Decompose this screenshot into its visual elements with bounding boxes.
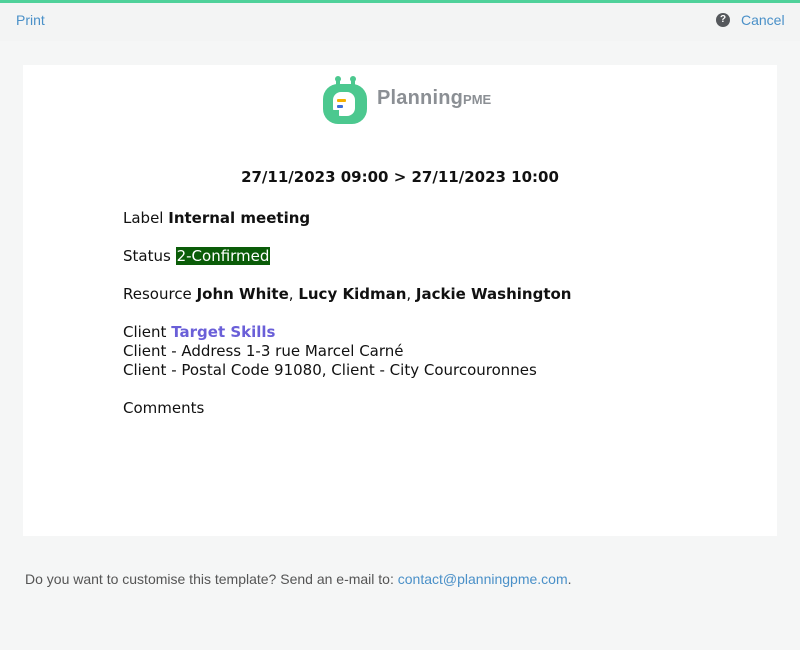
client-row: Client Target Skills — [123, 323, 275, 341]
resource-key: Resource — [123, 285, 192, 303]
logo-brand-suffix: PME — [463, 92, 492, 107]
toolbar: Print ? Cancel — [0, 3, 800, 41]
status-row: Status 2-Confirmed — [123, 247, 271, 265]
client-postal-city: Client - Postal Code 91080, Client - Cit… — [123, 361, 537, 379]
client-link[interactable]: Target Skills — [171, 323, 275, 341]
label-key: Label — [123, 209, 164, 227]
planningpme-logo-icon — [323, 76, 367, 124]
print-button[interactable]: Print — [16, 12, 45, 28]
resource-name: Lucy Kidman — [298, 285, 407, 303]
resource-name: Jackie Washington — [415, 285, 572, 303]
help-icon[interactable]: ? — [716, 13, 730, 27]
footer-end: . — [567, 571, 572, 587]
planningpme-logo: PlanningPME — [321, 74, 521, 126]
resource-row: Resource John White, Lucy Kidman, Jackie… — [123, 285, 571, 303]
logo-text: PlanningPME — [377, 87, 491, 110]
resource-name: John White — [196, 285, 289, 303]
client-address: Client - Address 1-3 rue Marcel Carné — [123, 342, 404, 360]
contact-email-link[interactable]: contact@planningpme.com — [398, 571, 568, 587]
footer-note: Do you want to customise this template? … — [25, 571, 572, 587]
print-preview-card: PlanningPME 27/11/2023 09:00 > 27/11/202… — [23, 65, 777, 536]
label-row: Label Internal meeting — [123, 209, 310, 227]
status-key: Status — [123, 247, 171, 265]
footer-text: Do you want to customise this template? … — [25, 571, 398, 587]
comments-label: Comments — [123, 399, 205, 417]
logo-brand-main: Planning — [377, 87, 464, 109]
client-key: Client — [123, 323, 167, 341]
cancel-button[interactable]: Cancel — [741, 12, 785, 28]
event-daterange: 27/11/2023 09:00 > 27/11/2023 10:00 — [241, 168, 559, 186]
label-value: Internal meeting — [168, 209, 311, 227]
resource-separator: , — [288, 285, 299, 303]
status-badge: 2-Confirmed — [175, 247, 271, 265]
resource-separator: , — [406, 285, 416, 303]
